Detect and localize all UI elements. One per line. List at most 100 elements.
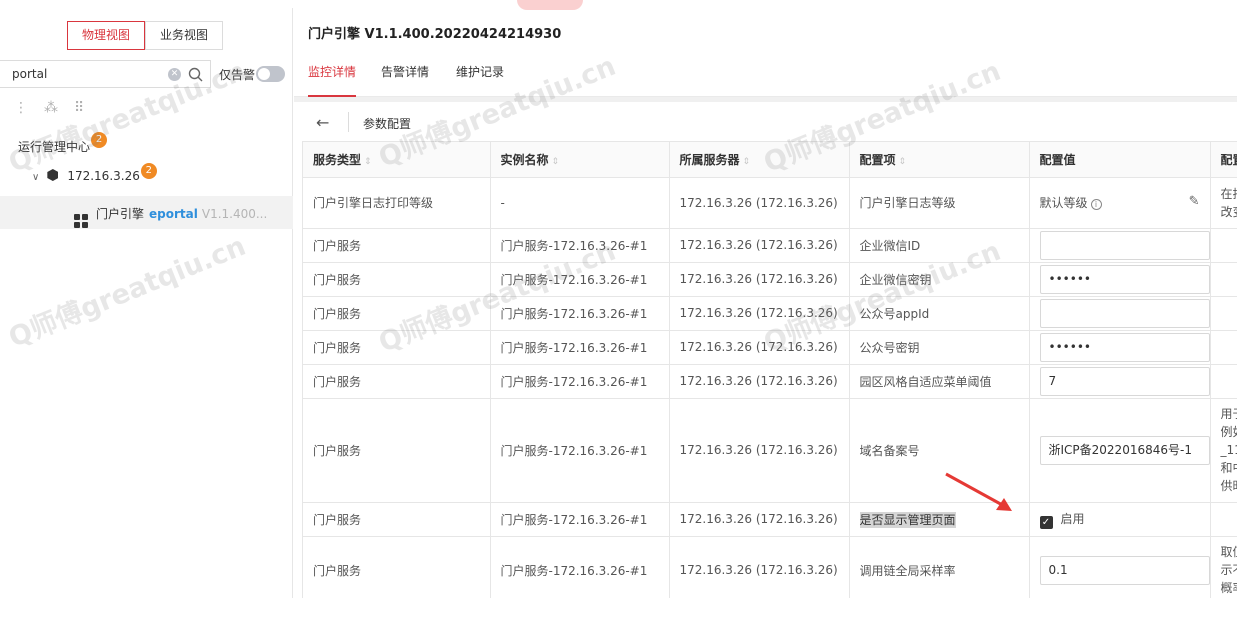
table-row: 门户服务 门户服务-172.16.3.26-#1 172.16.3.26 (17… <box>303 296 1237 331</box>
col-service-type[interactable]: 服务类型 ⇕ <box>303 142 491 178</box>
cell-server: 172.16.3.26 (172.16.3.26) <box>669 177 850 229</box>
cell-server: 172.16.3.26 (172.16.3.26) <box>669 364 850 399</box>
tab-maintenance-records[interactable]: 维护记录 <box>456 64 504 97</box>
cell-instance: 门户服务-172.16.3.26-#1 <box>490 398 670 503</box>
sub-header: ← 参数配置 <box>302 102 1237 142</box>
cell-server: 172.16.3.26 (172.16.3.26) <box>669 536 850 598</box>
edit-icon[interactable]: ✎ <box>1189 194 1200 209</box>
alarm-only-label: 仅告警 <box>219 68 256 82</box>
menu-threshold-input[interactable]: 7 <box>1039 366 1209 396</box>
cell-type: 门户引擎日志打印等级 <box>303 177 491 229</box>
app-icon <box>74 214 88 228</box>
cell-server: 172.16.3.26 (172.16.3.26) <box>669 262 850 297</box>
cell-instance: 门户服务-172.16.3.26-#1 <box>490 502 670 537</box>
cell-value: 7 <box>1029 364 1211 399</box>
col-config-value: 配置值 <box>1029 142 1211 178</box>
tab-physical-view[interactable]: 物理视图 <box>67 21 146 50</box>
appid-input[interactable] <box>1039 298 1209 328</box>
tree-node-app[interactable]: 门户引擎 eportal V1.1.400... <box>0 196 293 229</box>
app-window: 物理视图 业务视图 portal ✕ 仅告警 ⋮ ⁂ ⠿ 运行管理中心2 ∨ 1… <box>0 0 1237 617</box>
cell-type: 门户服务 <box>303 536 491 598</box>
cell-value <box>1029 228 1211 263</box>
cell-instance: - <box>490 177 670 229</box>
cell-item: 公众号appId <box>849 296 1030 331</box>
cell-type: 门户服务 <box>303 330 491 365</box>
table-header: 服务类型⇕ 实例名称⇕ 所属服务器⇕ 配置项⇕ 配置值 配置 <box>303 142 1237 178</box>
sampling-rate-input[interactable]: 0.1 <box>1039 555 1209 585</box>
enable-checkbox[interactable]: ✓ <box>1039 515 1053 529</box>
cell-server: 172.16.3.26 (172.16.3.26) <box>669 502 850 537</box>
search-input-value: portal <box>12 67 48 81</box>
table-row: 门户服务 门户服务-172.16.3.26-#1 172.16.3.26 (17… <box>303 228 1237 263</box>
search-icon[interactable] <box>187 66 205 84</box>
info-icon[interactable]: i <box>1090 199 1102 210</box>
topology-icon[interactable]: ⁂ <box>44 100 58 116</box>
cell-type: 门户服务 <box>303 262 491 297</box>
view-tabs: 物理视图 业务视图 <box>67 21 224 50</box>
tree-toolbar: ⋮ ⁂ ⠿ <box>14 100 84 116</box>
public-secret-input[interactable]: •••••• <box>1039 332 1209 362</box>
table-row: 门户服务 门户服务-172.16.3.26-#1 172.16.3.26 (17… <box>303 502 1237 537</box>
back-arrow-icon[interactable]: ← <box>316 113 329 132</box>
tab-monitor-details[interactable]: 监控详情 <box>308 64 357 97</box>
cell-server: 172.16.3.26 (172.16.3.26) <box>669 330 850 365</box>
table-row: 门户服务 门户服务-172.16.3.26-#1 172.16.3.26 (17… <box>303 330 1237 365</box>
cell-instance: 门户服务-172.16.3.26-#1 <box>490 330 670 365</box>
cell-item: 门户引擎日志等级 <box>849 177 1030 229</box>
collapse-icon[interactable]: ⋮ <box>14 100 28 116</box>
divider <box>348 112 349 132</box>
clear-icon[interactable]: ✕ <box>168 68 181 81</box>
sub-title: 参数配置 <box>363 117 412 131</box>
log-level-value: 默认等级 <box>1039 196 1088 210</box>
cell-desc: 用于 例如 _11 和中 供时 <box>1210 398 1237 503</box>
col-server[interactable]: 所属服务器 ⇕ <box>669 142 850 178</box>
col-config-item[interactable]: 配置项 ⇕ <box>849 142 1030 178</box>
tree-node-server[interactable]: ∨ 172.16.3.26 2 <box>32 163 157 185</box>
cell-instance: 门户服务-172.16.3.26-#1 <box>490 364 670 399</box>
tree-node-app-label: 门户引擎 <box>96 207 145 221</box>
wecom-id-input[interactable] <box>1039 230 1209 260</box>
highlighted-item: 是否显示管理页面 <box>859 511 956 528</box>
sort-icon[interactable]: ⇕ <box>743 157 751 167</box>
cell-item: 企业微信密钥 <box>849 262 1030 297</box>
search-input[interactable]: portal ✕ <box>0 60 211 88</box>
col-instance-name[interactable]: 实例名称 ⇕ <box>490 142 670 178</box>
cell-instance: 门户服务-172.16.3.26-#1 <box>490 228 670 263</box>
cell-desc <box>1210 296 1237 331</box>
left-panel: 物理视图 业务视图 portal ✕ 仅告警 ⋮ ⁂ ⠿ 运行管理中心2 ∨ 1… <box>0 8 293 598</box>
enable-label: 启用 <box>1060 511 1085 526</box>
root-alarm-badge: 2 <box>91 132 108 148</box>
grid-icon[interactable]: ⠿ <box>74 100 84 116</box>
icp-number-input[interactable]: 浙ICP备2022016846号-1 <box>1039 435 1209 465</box>
cell-value <box>1029 296 1211 331</box>
cell-value: 浙ICP备2022016846号-1 <box>1029 398 1211 503</box>
chevron-down-icon[interactable]: ∨ <box>32 172 39 183</box>
server-alarm-badge: 2 <box>140 163 157 179</box>
cell-item: 公众号密钥 <box>849 330 1030 365</box>
sort-icon[interactable]: ⇕ <box>899 157 907 167</box>
cell-server: 172.16.3.26 (172.16.3.26) <box>669 228 850 263</box>
tree-node-root-label: 运行管理中心 <box>18 140 91 154</box>
table-row: 门户服务 门户服务-172.16.3.26-#1 172.16.3.26 (17… <box>303 364 1237 399</box>
cell-value: 默认等级 i ✎ <box>1029 177 1211 229</box>
sort-icon[interactable]: ⇕ <box>364 157 372 167</box>
tab-alarm-details[interactable]: 告警详情 <box>381 64 429 97</box>
cell-instance: 门户服务-172.16.3.26-#1 <box>490 262 670 297</box>
cell-type: 门户服务 <box>303 296 491 331</box>
cell-desc: 取值 示不 概率 <box>1210 536 1237 598</box>
cell-instance: 门户服务-172.16.3.26-#1 <box>490 536 670 598</box>
cell-desc <box>1210 330 1237 365</box>
cell-item: 是否显示管理页面 <box>849 502 1030 537</box>
cell-type: 门户服务 <box>303 398 491 503</box>
tree-node-root[interactable]: 运行管理中心2 <box>18 132 108 155</box>
cell-server: 172.16.3.26 (172.16.3.26) <box>669 398 850 503</box>
tab-business-view[interactable]: 业务视图 <box>145 21 224 50</box>
sort-icon[interactable]: ⇕ <box>552 157 560 167</box>
detail-tabs: 监控详情 告警详情 维护记录 <box>294 64 1237 97</box>
cell-type: 门户服务 <box>303 228 491 263</box>
wecom-secret-input[interactable]: •••••• <box>1039 264 1209 294</box>
cell-type: 门户服务 <box>303 364 491 399</box>
cell-value: •••••• <box>1029 262 1211 297</box>
alarm-only-toggle[interactable] <box>256 66 285 82</box>
cell-item: 域名备案号 <box>849 398 1030 503</box>
